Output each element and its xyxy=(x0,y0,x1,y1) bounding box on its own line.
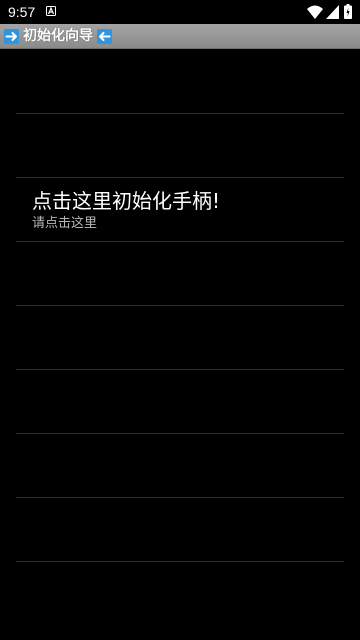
title-bar: 初始化向导 xyxy=(0,24,360,49)
list-item xyxy=(16,434,344,498)
notification-a-icon xyxy=(46,6,56,16)
status-time: 9:57 xyxy=(8,4,36,20)
list-item xyxy=(16,114,344,178)
title-text: 初始化向导 xyxy=(23,28,93,44)
arrow-left-icon xyxy=(97,29,112,44)
list-item xyxy=(16,370,344,434)
arrow-right-icon xyxy=(4,29,19,44)
list-item xyxy=(16,498,344,562)
title-group: 初始化向导 xyxy=(4,28,112,45)
signal-icon xyxy=(326,5,339,19)
battery-icon xyxy=(344,4,352,19)
wifi-icon xyxy=(307,5,323,19)
init-gamepad-item[interactable]: 点击这里初始化手柄! 请点击这里 xyxy=(16,178,344,242)
list-item xyxy=(16,242,344,306)
status-bar: 9:57 xyxy=(0,0,360,24)
list-item xyxy=(16,50,344,114)
preference-list: 点击这里初始化手柄! 请点击这里 xyxy=(16,50,344,562)
list-item xyxy=(16,306,344,370)
init-gamepad-title: 点击这里初始化手柄! xyxy=(32,189,221,213)
init-gamepad-subtitle: 请点击这里 xyxy=(32,216,98,231)
